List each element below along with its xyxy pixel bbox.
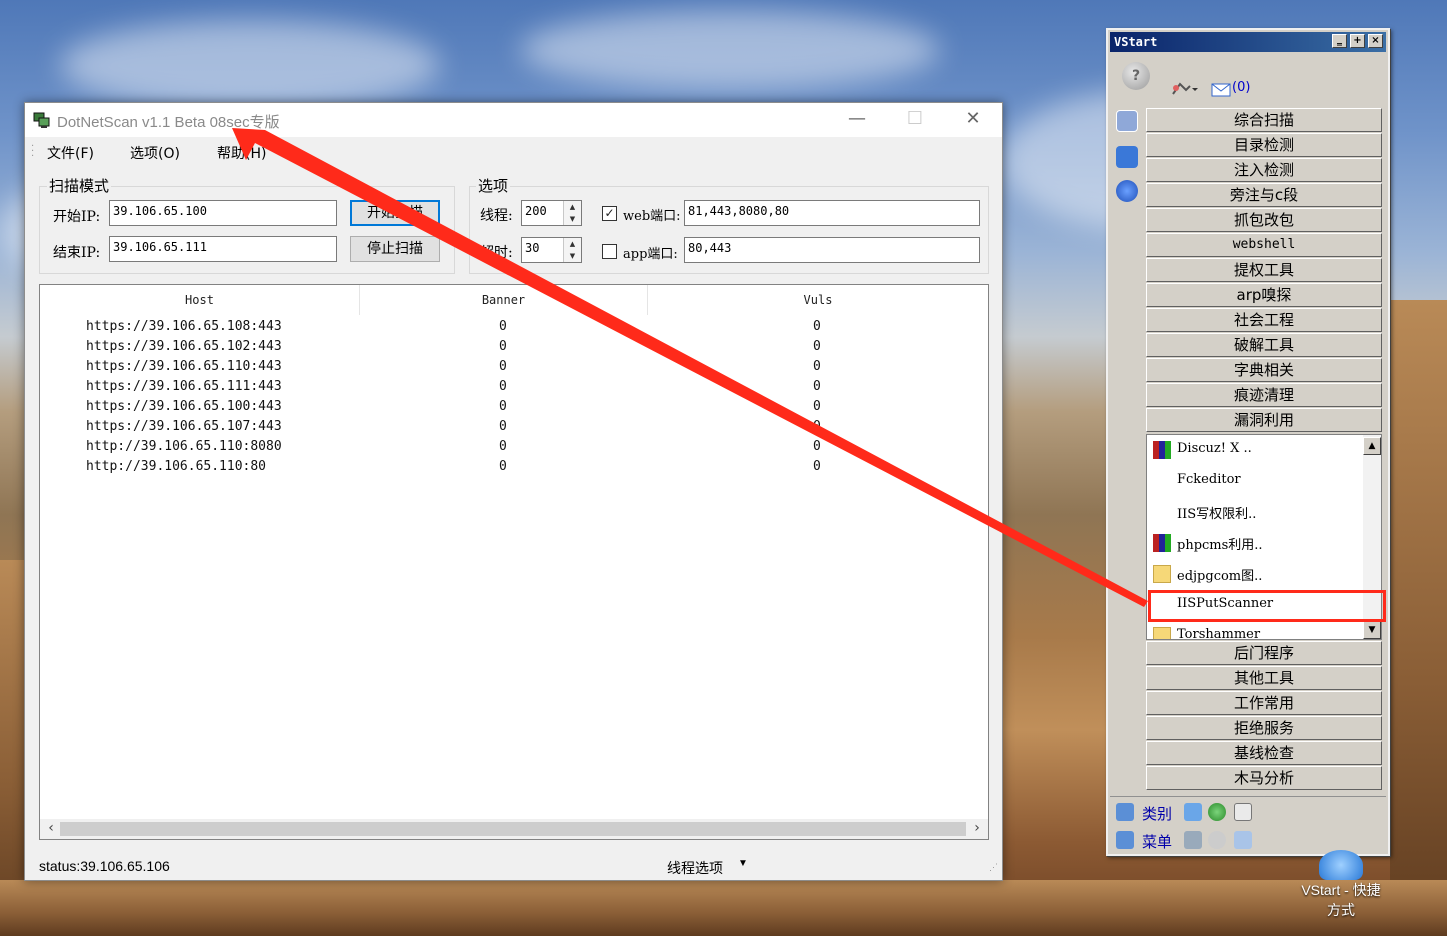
annotation-arrow [232,128,1148,607]
